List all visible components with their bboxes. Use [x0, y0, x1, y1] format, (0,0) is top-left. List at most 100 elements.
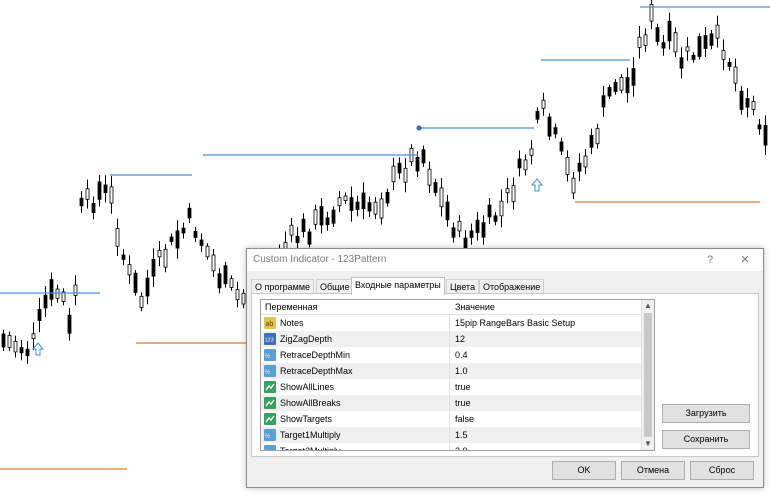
candle-body — [457, 220, 462, 232]
parameter-row[interactable]: ShowTargets false — [261, 411, 641, 427]
candle-body — [667, 20, 672, 42]
candle-body — [721, 50, 726, 60]
candle-body — [415, 156, 420, 172]
candle-body — [625, 77, 630, 94]
double-half-icon: ½ — [264, 445, 276, 450]
parameter-row[interactable]: ShowAllBreaks true — [261, 395, 641, 411]
candle-body — [481, 222, 486, 238]
double-half-icon: ½ — [264, 429, 276, 441]
column-header-variable[interactable]: Переменная — [265, 302, 318, 312]
candle-body — [49, 279, 54, 300]
column-separator — [449, 379, 450, 395]
candle-body — [505, 188, 510, 194]
candle-body — [607, 87, 612, 97]
parameter-name: ShowAllLines — [280, 382, 335, 392]
candle-body — [313, 209, 318, 225]
parameter-name: RetraceDepthMax — [280, 366, 353, 376]
candle-body — [379, 198, 384, 219]
candle-body — [685, 46, 690, 52]
svg-text:½: ½ — [265, 433, 270, 440]
candle-body — [175, 230, 180, 249]
parameter-value[interactable]: 15pip RangeBars Basic Setup — [455, 318, 575, 328]
candle-body — [31, 333, 36, 340]
save-button[interactable]: Сохранить — [662, 430, 750, 449]
svg-text:½: ½ — [265, 369, 270, 376]
tab-visualization[interactable]: Отображение — [479, 279, 545, 294]
candle-body — [577, 162, 582, 172]
candle-body — [37, 309, 42, 321]
scroll-up-arrow-icon[interactable]: ▲ — [642, 300, 654, 312]
parameter-row[interactable]: 123 ZigZagDepth 12 — [261, 331, 641, 347]
tab-common[interactable]: Общие — [316, 279, 354, 294]
parameter-value[interactable]: true — [455, 382, 471, 392]
parameter-value[interactable]: 2.0 — [455, 446, 468, 450]
candle-body — [739, 90, 744, 110]
column-header-value[interactable]: Значение — [455, 302, 495, 312]
column-separator — [449, 427, 450, 443]
candle-body — [223, 265, 228, 285]
scroll-down-arrow-icon[interactable]: ▼ — [642, 438, 654, 450]
parameter-value[interactable]: false — [455, 414, 474, 424]
parameter-value[interactable]: true — [455, 398, 471, 408]
candle-body — [73, 284, 78, 296]
parameter-value[interactable]: 12 — [455, 334, 465, 344]
parameter-value[interactable]: 1.0 — [455, 366, 468, 376]
scroll-thumb[interactable] — [644, 313, 652, 437]
parameter-name: ShowAllBreaks — [280, 398, 341, 408]
candle-body — [595, 128, 600, 145]
candle-body — [19, 347, 24, 354]
reset-button[interactable]: Сброс — [690, 461, 754, 480]
parameter-row[interactable]: ab Notes 15pip RangeBars Basic Setup — [261, 315, 641, 331]
candle-body — [121, 254, 126, 260]
parameter-value[interactable]: 1.5 — [455, 430, 468, 440]
candle-body — [373, 201, 378, 215]
candle-body — [67, 314, 72, 334]
candle-body — [367, 202, 372, 212]
candle-body — [655, 27, 660, 43]
candle-body — [763, 124, 768, 146]
candle-body — [493, 215, 498, 222]
candle-body — [235, 289, 240, 301]
candle-body — [691, 54, 696, 60]
candle-body — [487, 204, 492, 218]
candle-body — [439, 187, 444, 208]
help-button[interactable]: ? — [702, 252, 718, 268]
candle-body — [127, 264, 132, 276]
parameter-name: ShowTargets — [280, 414, 333, 424]
svg-text:ab: ab — [266, 321, 274, 328]
parameter-name: Target2Multiply — [280, 446, 341, 451]
parameters-table: Переменная Значение ab Notes 15pip RangeBa… — [260, 299, 655, 451]
column-separator — [449, 331, 450, 347]
candle-body — [571, 177, 576, 194]
candle-body — [85, 188, 90, 200]
candle-body — [169, 236, 174, 243]
ok-button[interactable]: OK — [552, 461, 616, 480]
tab-about[interactable]: О программе — [251, 279, 315, 294]
parameter-row[interactable]: ½ RetraceDepthMax 1.0 — [261, 363, 641, 379]
candle-body — [565, 156, 570, 175]
bool-check-icon — [264, 381, 276, 393]
parameter-row[interactable]: ½ Target1Multiply 1.5 — [261, 427, 641, 443]
candle-body — [547, 116, 552, 137]
close-button[interactable]: ✕ — [737, 252, 753, 268]
candle-body — [241, 292, 246, 305]
candle-body — [643, 34, 648, 46]
pivot-point-marker — [416, 125, 422, 131]
candle-body — [751, 101, 756, 110]
candle-body — [157, 249, 162, 258]
load-button[interactable]: Загрузить — [662, 404, 750, 423]
candle-body — [187, 207, 192, 219]
table-scrollbar[interactable]: ▲ ▼ — [641, 300, 654, 450]
parameter-row[interactable]: ½ RetraceDepthMin 0.4 — [261, 347, 641, 363]
cancel-button[interactable]: Отмена — [621, 461, 685, 480]
integer-123-icon: 123 — [264, 333, 276, 345]
parameter-value[interactable]: 0.4 — [455, 350, 468, 360]
parameter-row[interactable]: ShowAllLines true — [261, 379, 641, 395]
tab-colors[interactable]: Цвета — [446, 279, 480, 294]
tab-inputs[interactable]: Входные параметры — [351, 277, 445, 295]
candle-body — [511, 185, 516, 203]
candle-body — [619, 76, 624, 91]
candle-body — [97, 181, 102, 200]
parameter-row[interactable]: ½ Target2Multiply 2.0 — [261, 443, 641, 451]
candle-body — [475, 219, 480, 233]
